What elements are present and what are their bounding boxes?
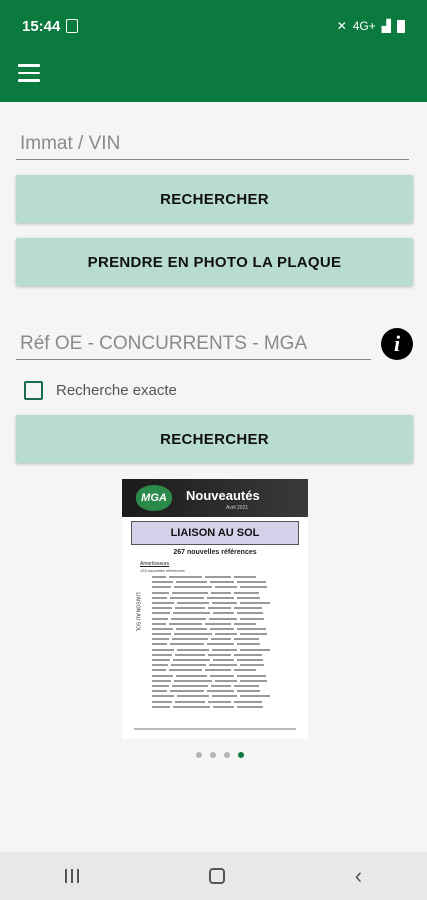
doc-category-sub: 133 nouvelles références [140, 568, 185, 573]
status-icons: ✕ 4G+ ▟ [337, 19, 405, 33]
brand-title: Nouveautés [186, 488, 260, 503]
doc-footer [134, 728, 296, 730]
carousel-indicator [0, 752, 427, 758]
doc-table-row [138, 627, 292, 631]
carousel-dot[interactable] [237, 752, 244, 758]
doc-table-row [138, 591, 292, 595]
mga-logo: MGA [136, 485, 172, 511]
mute-icon: ✕ [336, 19, 347, 33]
doc-table-row [138, 679, 292, 683]
doc-table-row [138, 700, 292, 704]
recent-apps-icon[interactable] [64, 869, 79, 883]
doc-subtitle: 267 nouvelles références [173, 549, 257, 556]
doc-category: Amortisseurs [140, 561, 170, 567]
hamburger-menu-icon[interactable] [18, 64, 40, 82]
section-title: LIAISON AU SOL [131, 521, 299, 545]
reference-search-button[interactable]: RECHERCHER [16, 415, 413, 463]
doc-table [138, 575, 292, 710]
reference-input[interactable] [16, 328, 371, 360]
carousel-dot[interactable] [209, 752, 216, 758]
photo-plate-button[interactable]: PRENDRE EN PHOTO LA PLAQUE [16, 238, 413, 286]
doc-table-row [138, 663, 292, 667]
back-icon[interactable]: ‹ [355, 865, 362, 887]
info-icon[interactable]: i [381, 328, 413, 360]
doc-table-row [138, 617, 292, 621]
doc-table-row [138, 689, 292, 693]
network-label: 4G+ [352, 19, 376, 33]
brand-subtitle: Avril 2021 [226, 505, 249, 511]
doc-table-row [138, 596, 292, 600]
signal-icon: ▟ [381, 19, 391, 33]
doc-table-row [138, 642, 292, 646]
status-bar: 15:44 ✕ 4G+ ▟ [0, 0, 427, 52]
carousel-dot[interactable] [195, 752, 202, 758]
doc-table-row [138, 668, 292, 672]
system-nav-bar: ‹ [0, 852, 427, 900]
doc-table-row [138, 674, 292, 678]
doc-table-row [138, 611, 292, 615]
doc-table-row [138, 622, 292, 626]
plate-vin-input[interactable] [16, 128, 409, 160]
exact-search-label[interactable]: Recherche exacte [56, 382, 177, 399]
status-time: 15:44 [22, 17, 61, 35]
doc-table-row [138, 585, 292, 589]
doc-table-row [138, 684, 292, 688]
doc-table-row [138, 580, 292, 584]
doc-table-row [138, 575, 292, 579]
brand-banner: MGA Nouveautés Avril 2021 [122, 479, 308, 517]
doc-table-row [138, 601, 292, 605]
doc-table-row [138, 653, 292, 657]
doc-table-row [138, 705, 292, 709]
exact-search-checkbox[interactable] [24, 381, 43, 400]
doc-table-row [138, 694, 292, 698]
vehicle-search-button[interactable]: RECHERCHER [16, 175, 413, 223]
doc-table-row [138, 632, 292, 636]
doc-table-row [138, 606, 292, 610]
notification-icon [66, 19, 79, 33]
doc-table-row [138, 648, 292, 652]
battery-icon [397, 19, 405, 33]
doc-table-row [138, 658, 292, 662]
promo-carousel-slide[interactable]: MGA Nouveautés Avril 2021 LIAISON AU SOL… [122, 479, 308, 739]
carousel-dot[interactable] [223, 752, 230, 758]
doc-table-row [138, 637, 292, 641]
home-icon[interactable] [208, 868, 225, 884]
app-bar: 15:44 ✕ 4G+ ▟ [0, 0, 427, 102]
